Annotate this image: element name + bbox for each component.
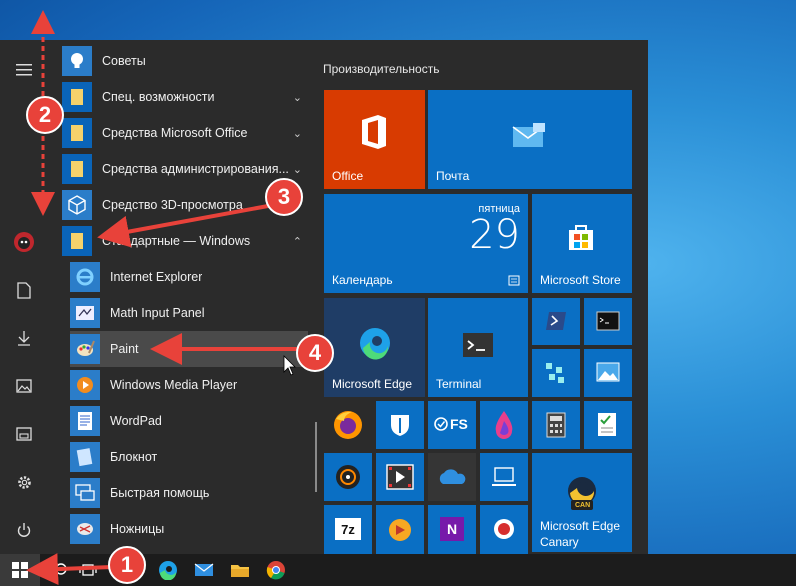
annotation-badge-2: 2: [26, 96, 64, 134]
annotation-badge-1: 1: [108, 546, 146, 584]
mouse-cursor-icon: [283, 355, 296, 376]
arrow-1: [26, 553, 113, 586]
annotation-badge-4: 4: [296, 334, 334, 372]
arrow-3: [97, 204, 269, 248]
annotation-badge-3: 3: [265, 178, 303, 216]
annotation-overlay: [26, 9, 300, 586]
